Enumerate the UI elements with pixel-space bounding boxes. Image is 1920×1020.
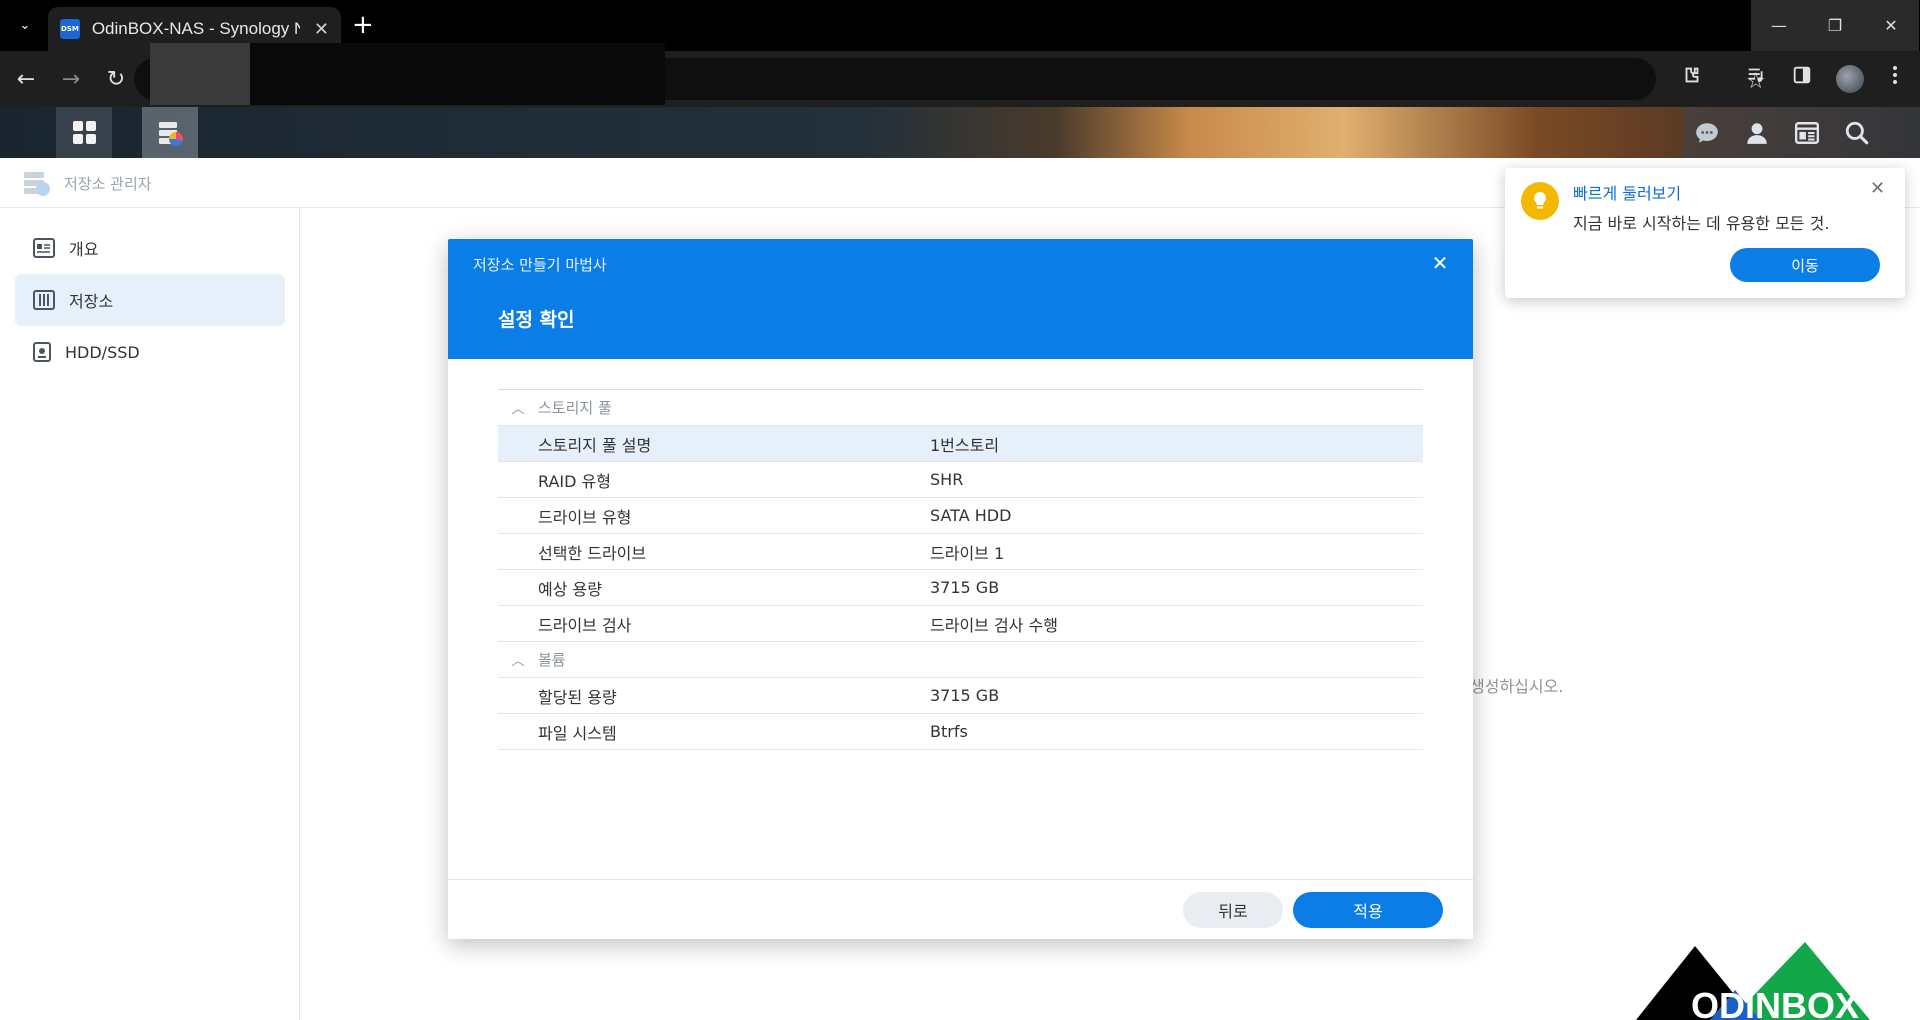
- disk-icon: [33, 342, 51, 362]
- wizard-title: 저장소 만들기 마법사: [473, 256, 607, 274]
- apply-button[interactable]: 적용: [1293, 892, 1443, 928]
- user-icon[interactable]: [1741, 117, 1773, 149]
- section-title: 스토리지 풀: [538, 399, 612, 417]
- dsm-taskbar: [0, 107, 1920, 158]
- browser-menu-icon[interactable]: [1880, 64, 1910, 91]
- side-panel-icon[interactable]: [1787, 64, 1817, 91]
- row-value: Btrfs: [930, 722, 968, 741]
- table-row: 드라이브 유형 SATA HDD: [498, 498, 1423, 534]
- sidebar: 개요 저장소 HDD/SSD: [0, 208, 300, 1020]
- storage-manager-taskbar-button[interactable]: [142, 107, 198, 158]
- main-menu-button[interactable]: [56, 107, 112, 158]
- redacted-url-block: [150, 43, 250, 105]
- search-icon[interactable]: [1841, 117, 1873, 149]
- lightbulb-icon: [1521, 182, 1559, 220]
- wizard-step-title: 설정 확인: [498, 309, 575, 331]
- forward-button[interactable]: →: [55, 63, 87, 95]
- odinbox-logo-shape: ODINBOX: [1636, 942, 1870, 1020]
- row-value: 3715 GB: [930, 686, 1000, 705]
- row-value: 1번스토리: [930, 435, 1000, 455]
- row-key: 스토리지 풀 설명: [538, 435, 652, 455]
- table-row: 할당된 용량 3715 GB: [498, 678, 1423, 714]
- media-control-icon[interactable]: [1742, 64, 1772, 91]
- row-value: 3715 GB: [930, 578, 1000, 597]
- empty-state-hint: 생성하십시오.: [1470, 677, 1564, 696]
- extensions-icon[interactable]: [1677, 64, 1707, 91]
- window-close-button[interactable]: ✕: [1863, 0, 1919, 51]
- row-key: 드라이브 검사: [538, 615, 632, 635]
- row-value: SHR: [930, 470, 964, 489]
- sidebar-item-storage[interactable]: 저장소: [15, 274, 285, 326]
- chevron-up-icon: ︿: [511, 654, 525, 669]
- row-key: 선택한 드라이브: [538, 543, 647, 563]
- table-row: 파일 시스템 Btrfs: [498, 714, 1423, 750]
- table-row: RAID 유형 SHR: [498, 462, 1423, 498]
- chevron-up-icon: ︿: [511, 402, 525, 417]
- sidebar-item-hdd-ssd[interactable]: HDD/SSD: [15, 326, 285, 378]
- row-key: RAID 유형: [538, 471, 611, 491]
- table-row: 예상 용량 3715 GB: [498, 570, 1423, 606]
- widgets-icon[interactable]: [1791, 117, 1823, 149]
- back-button[interactable]: ←: [10, 63, 42, 95]
- table-row: 스토리지 풀 설명 1번스토리: [498, 426, 1423, 462]
- watermark-text: ODINBOX: [1691, 985, 1859, 1020]
- section-volume[interactable]: ︿ 볼륨: [498, 642, 1423, 678]
- storage-icon: [33, 290, 55, 310]
- dsm-tray: [1683, 107, 1920, 158]
- chat-icon[interactable]: [1691, 117, 1723, 149]
- back-button[interactable]: 뒤로: [1183, 892, 1283, 928]
- app-title: 저장소 관리자: [64, 175, 152, 193]
- profile-avatar[interactable]: [1836, 65, 1864, 93]
- table-row: 선택한 드라이브 드라이브 1: [498, 534, 1423, 570]
- quick-tour-popup: 빠르게 둘러보기 ✕ 지금 바로 시작하는 데 유용한 모든 것. 이동: [1505, 168, 1905, 298]
- row-value: 드라이브 1: [930, 543, 1005, 563]
- sidebar-item-label: HDD/SSD: [65, 342, 140, 362]
- grid-icon: [72, 121, 96, 144]
- close-icon[interactable]: ✕: [1870, 178, 1885, 199]
- redacted-url-block: [250, 43, 665, 105]
- reload-button[interactable]: ↻: [100, 63, 132, 95]
- row-value: 드라이브 검사 수행: [930, 615, 1058, 635]
- odinbox-watermark-logo: ODINBOX: [1620, 940, 1920, 1020]
- row-value: SATA HDD: [930, 506, 1012, 525]
- sidebar-item-label: 개요: [69, 240, 99, 259]
- storage-manager-logo-icon: [22, 169, 52, 197]
- close-icon[interactable]: ✕: [1428, 251, 1452, 275]
- quick-tour-description: 지금 바로 시작하는 데 유용한 모든 것.: [1573, 214, 1830, 233]
- tab-search-chevron-icon[interactable]: ⌄: [12, 12, 38, 38]
- wizard-footer: 뒤로 적용: [448, 879, 1473, 939]
- tab-title: OdinBOX-NAS - Synology NAS: [91, 19, 300, 38]
- dsm-favicon-icon: DSM: [60, 19, 80, 39]
- row-key: 예상 용량: [538, 579, 602, 599]
- row-key: 파일 시스템: [538, 723, 617, 743]
- tab-close-icon[interactable]: ✕: [314, 19, 329, 40]
- go-button[interactable]: 이동: [1730, 248, 1880, 282]
- section-storage-pool[interactable]: ︿ 스토리지 풀: [498, 390, 1423, 426]
- row-key: 할당된 용량: [538, 687, 617, 707]
- row-key: 드라이브 유형: [538, 507, 632, 527]
- section-title: 볼륨: [538, 651, 566, 669]
- table-row: 드라이브 검사 드라이브 검사 수행: [498, 606, 1423, 642]
- wizard-header: 저장소 만들기 마법사 ✕ 설정 확인: [448, 239, 1473, 359]
- storage-manager-icon: [157, 118, 183, 148]
- new-tab-button[interactable]: +: [352, 10, 374, 40]
- sidebar-item-overview[interactable]: 개요: [15, 222, 285, 274]
- sidebar-item-label: 저장소: [69, 292, 114, 311]
- settings-summary-table: ︿ 스토리지 풀 스토리지 풀 설명 1번스토리 RAID 유형 SHR 드라이…: [498, 389, 1423, 750]
- window-minimize-button[interactable]: —: [1751, 0, 1807, 51]
- window-restore-button[interactable]: ❐: [1807, 0, 1863, 51]
- quick-tour-title: 빠르게 둘러보기: [1573, 184, 1682, 203]
- overview-icon: [33, 238, 55, 258]
- create-storage-wizard-dialog: 저장소 만들기 마법사 ✕ 설정 확인 ︿ 스토리지 풀 스토리지 풀 설명 1…: [448, 239, 1473, 939]
